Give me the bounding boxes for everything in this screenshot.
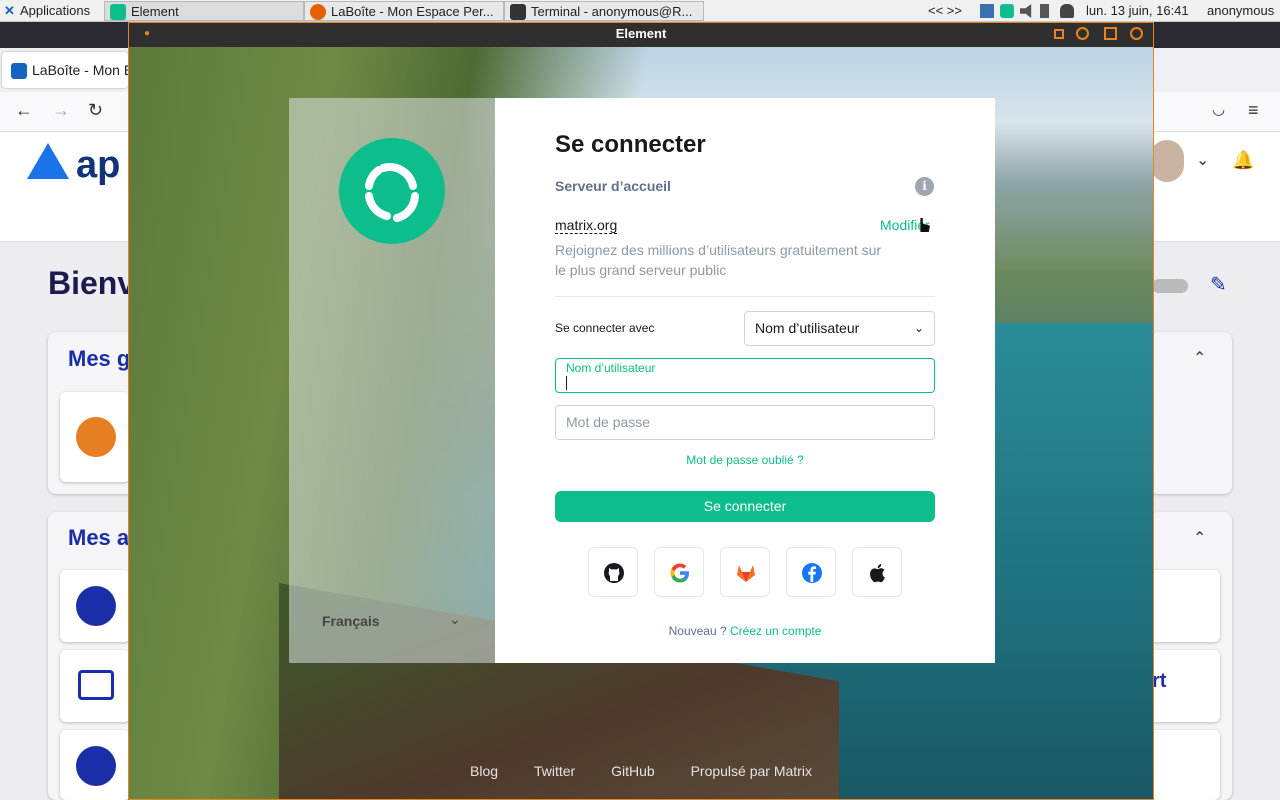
facebook-icon [802,563,822,583]
edit-toggle[interactable] [1152,279,1188,293]
xfce-icon: ✕ [4,3,15,18]
back-icon[interactable]: ← [15,100,33,121]
create-account-link[interactable]: Créez un compte [730,624,821,638]
close-button[interactable] [1130,27,1143,40]
site-favicon-icon [11,63,27,79]
login-form-panel: Se connecter Serveur d’accueil i matrix.… [495,98,995,663]
chevron-down-icon: ⌄ [913,321,924,335]
login-side-panel: Français ⌄ [289,98,495,663]
battery-icon[interactable] [1040,4,1049,18]
sso-gitlab-button[interactable] [720,547,770,597]
element-footer: Blog Twitter GitHub Propulsé par Matrix [129,763,1153,779]
login-method-label: Se connecter avec [555,321,655,335]
sso-github-button[interactable] [588,547,638,597]
new-label: Nouveau ? [668,624,727,638]
element-tray-icon[interactable] [1000,4,1014,18]
footer-link-blog[interactable]: Blog [470,763,498,779]
username-placeholder: Nom d’utilisateur [566,361,656,375]
footer-link-twitter[interactable]: Twitter [534,763,575,779]
task-terminal[interactable]: Terminal - anonymous@R... [504,1,704,21]
maximize-button[interactable] [1104,27,1117,40]
text-caret [566,376,567,390]
volume-icon[interactable] [1020,4,1032,18]
video-icon [78,670,114,700]
login-method-value: Nom d’utilisateur [755,320,860,336]
minimize-button[interactable] [1076,27,1089,40]
avatar[interactable] [1150,140,1184,182]
element-titlebar[interactable]: ● Element [129,23,1153,47]
homeserver-label: Serveur d’accueil [555,178,671,194]
groups-card-title: Mes g [68,346,131,371]
task-element[interactable]: Element [104,1,304,21]
groups-card-right [1150,332,1232,494]
apps-card-title: Mes a [68,525,130,550]
welcome-heading: Bienv [48,265,136,301]
hamburger-menu-icon[interactable]: ≡ [1248,100,1259,121]
homeserver-description: Rejoignez des millions d’utilisateurs gr… [555,242,882,278]
clock[interactable]: lun. 13 juin, 16:41 [1086,1,1189,21]
user-icon [76,746,116,786]
forgot-password-link[interactable]: Mot de passe oublié ? [555,453,935,467]
firefox-tab[interactable]: LaBoîte - Mon E [2,52,128,88]
site-logo-icon [27,143,69,179]
chevron-down-icon[interactable]: ⌄ [1196,150,1209,170]
shade-button[interactable] [1054,29,1064,39]
terminal-icon [510,4,526,20]
bell-icon[interactable]: 🔔 [1232,150,1254,171]
pocket-icon[interactable]: ◡ [1212,100,1225,118]
info-icon[interactable]: i [915,177,934,196]
sso-facebook-button[interactable] [786,547,836,597]
notification-icon[interactable] [1060,4,1074,18]
create-account-row: Nouveau ? Créez un compte [555,624,935,638]
top-panel: ✕ Applications Element LaBoîte - Mon Esp… [0,0,1280,22]
sso-google-button[interactable] [654,547,704,597]
password-input[interactable]: Mot de passe [555,405,935,440]
gitlab-icon [737,565,755,582]
tray-arrows[interactable]: << >> [928,1,962,21]
apple-icon [870,564,885,583]
pencil-icon[interactable]: ✎ [1210,272,1227,297]
login-button[interactable]: Se connecter [555,491,935,522]
partial-app-label: rt [1152,670,1167,692]
task-label: LaBoîte - Mon Espace Per... [331,4,494,19]
tab-title: LaBoîte - Mon E [32,62,128,78]
sso-apple-button[interactable] [852,547,902,597]
divider [555,296,935,297]
language-selector[interactable]: Français [322,613,380,629]
chevron-up-icon[interactable]: ⌃ [1193,528,1206,548]
github-icon [604,563,624,583]
app-tile[interactable] [1150,570,1220,642]
google-icon [670,563,689,583]
chevron-down-icon[interactable]: ⌄ [449,611,461,628]
element-logo-icon [339,138,445,244]
login-title: Se connecter [555,131,706,158]
chevron-up-icon[interactable]: ⌃ [1193,348,1206,368]
calendar-icon [76,586,116,626]
firefox-icon [310,4,326,20]
task-label: Terminal - anonymous@R... [531,4,693,19]
user-menu[interactable]: anonymous [1207,1,1274,21]
footer-link-github[interactable]: GitHub [611,763,655,779]
applications-label: Applications [20,3,91,18]
shield-icon [76,417,116,457]
element-icon [110,4,126,20]
system-tray: << >> [928,1,1078,21]
task-label: Element [131,4,179,19]
window-title: Element [615,26,667,41]
task-firefox[interactable]: LaBoîte - Mon Espace Per... [304,1,504,21]
applications-menu[interactable]: ✕ Applications [2,1,90,21]
footer-link-matrix[interactable]: Propulsé par Matrix [691,763,812,779]
reload-icon[interactable]: ↻ [88,100,103,121]
homeserver-value: matrix.org [555,217,618,234]
login-method-select[interactable]: Nom d’utilisateur ⌄ [744,311,935,346]
forward-icon[interactable]: → [52,100,70,121]
element-window: ● Element Français ⌄ Se connecter Serveu… [128,22,1154,800]
window-menu-icon[interactable]: ● [144,23,150,45]
username-input[interactable]: Nom d’utilisateur [555,358,935,393]
network-icon[interactable] [980,4,994,18]
app-tile[interactable] [1150,730,1220,800]
site-logo-text: ap [76,144,121,186]
